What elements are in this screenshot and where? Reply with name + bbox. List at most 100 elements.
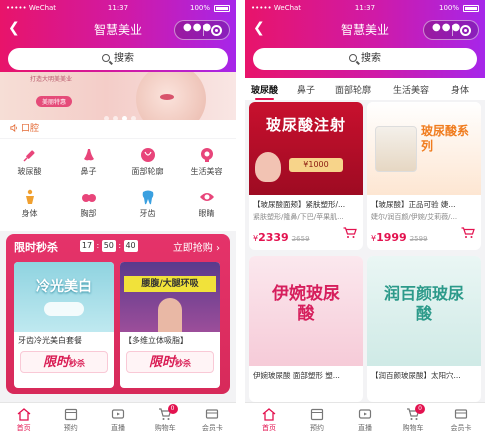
more-dots-icon[interactable]: ●●●: [183, 22, 212, 33]
product-card[interactable]: 玻尿酸注射 ¥1000 【玻尿酸面颊】紧肤塑形/... 紧肤塑形/隆鼻/下巴/苹…: [249, 102, 363, 250]
flash-sale-more-link[interactable]: 立即抢购 ›: [173, 239, 220, 254]
category-label: 身体: [21, 209, 38, 218]
banner-lips-shape: [160, 94, 174, 100]
original-price: 2659: [291, 235, 310, 243]
image-title: 玻尿酸系列: [421, 124, 470, 153]
right-screen: ••••• WeChat 11:37 100% ❮ 智慧美业 ●●● 搜索 玻尿…: [245, 0, 485, 436]
eye-icon: [199, 193, 214, 201]
flash-product-card[interactable]: 冷光美白 牙齿冷光美白套餐 限时秒杀: [14, 262, 114, 388]
category-chest[interactable]: 胸部: [59, 189, 118, 219]
category-face-contour[interactable]: 面部轮廓: [118, 147, 177, 177]
target-circle-icon[interactable]: [460, 25, 471, 36]
nose-icon: [83, 149, 94, 161]
tab-live[interactable]: 直播: [341, 407, 389, 433]
product-price-row: ¥1999 2599: [367, 222, 481, 244]
body-shape: [158, 298, 182, 332]
mini-program-capsule: ●●●: [423, 20, 479, 40]
search-input[interactable]: 搜索: [253, 48, 477, 70]
tooth-icon: [142, 190, 153, 205]
image-title: 润百颜玻尿酸: [383, 284, 464, 323]
tab-hyaluronic[interactable]: 玻尿酸: [251, 83, 278, 100]
target-circle-icon[interactable]: [211, 25, 222, 36]
syringe-icon: [22, 150, 35, 162]
category-body[interactable]: 身体: [0, 189, 59, 219]
category-label: 眼睛: [198, 209, 215, 218]
product-name: 【玻尿酸面颊】紧肤塑形/...: [253, 200, 346, 209]
face-icon: [140, 148, 155, 162]
notice-text: 口腔: [21, 124, 40, 134]
tab-member-card[interactable]: 会员卡: [437, 407, 485, 433]
product-card[interactable]: 润百颜玻尿酸 【润百颜玻尿酸】太阳穴...: [367, 256, 481, 402]
tab-home[interactable]: 首页: [245, 407, 293, 433]
tab-member-card[interactable]: 会员卡: [189, 407, 236, 433]
search-icon: [102, 54, 110, 62]
cart-icon[interactable]: [343, 227, 357, 239]
tab-nose[interactable]: 鼻子: [297, 83, 315, 96]
tab-life-beauty[interactable]: 生活美容: [393, 83, 429, 96]
product-subtitle: 婕尔/润百颜/伊婉/艾莉薇/...: [371, 213, 458, 221]
category-label: 面部轮廓: [131, 167, 164, 176]
category-hyaluronic[interactable]: 玻尿酸: [0, 147, 59, 177]
tab-label: 首页: [262, 424, 276, 432]
product-image: 伊婉玻尿酸: [249, 256, 363, 366]
tab-face-contour[interactable]: 面部轮廓: [335, 83, 371, 96]
product-image: 润百颜玻尿酸: [367, 256, 481, 366]
navbar: ❮ 智慧美业 ●●●: [0, 18, 236, 40]
product-name: 牙齿冷光美白套餐: [18, 336, 82, 345]
image-title: 玻尿酸注射: [265, 116, 346, 134]
badge-text: 限时: [42, 355, 69, 370]
product-name: 伊婉玻尿酸 面部塑形 塑...: [253, 371, 340, 380]
hero-banner[interactable]: 打造大明美美业 美丽特惠: [0, 72, 236, 120]
tab-cart[interactable]: 0 购物车: [142, 404, 189, 433]
product-name: 【润百颜玻尿酸】太阳穴...: [371, 371, 461, 380]
tab-appointment[interactable]: 预约: [47, 407, 94, 433]
tab-live[interactable]: 直播: [94, 407, 141, 433]
tab-home[interactable]: 首页: [0, 407, 47, 433]
cart-icon[interactable]: [461, 227, 475, 239]
body-icon: [25, 189, 34, 204]
more-dots-icon[interactable]: ●●●: [432, 22, 461, 33]
tab-label: 直播: [110, 424, 125, 432]
category-eyes[interactable]: 眼睛: [177, 189, 236, 219]
category-label: 胸部: [80, 209, 97, 218]
badge-text: 限时: [148, 355, 175, 370]
bottom-tabbar: 首页 预约 直播 0 购物车 会员卡: [0, 402, 236, 436]
chest-icon: [81, 194, 96, 202]
cart-count-badge: 0: [167, 404, 178, 414]
category-life-beauty[interactable]: 生活美容: [177, 147, 236, 177]
member-card-icon: [206, 409, 219, 419]
countdown-minutes: 50: [101, 240, 116, 252]
tab-appointment[interactable]: 预约: [293, 407, 341, 433]
tab-label: 预约: [310, 424, 324, 432]
product-image: 玻尿酸注射 ¥1000: [249, 102, 363, 195]
capsule-divider: [203, 25, 204, 36]
category-label: 牙齿: [139, 209, 156, 218]
tab-label: 会员卡: [450, 424, 472, 432]
search-input[interactable]: 搜索: [8, 48, 228, 70]
category-grid: 玻尿酸 鼻子 面部轮廓 生活美容 身体 胸部 牙齿 眼睛: [0, 139, 236, 231]
battery-icon: [463, 5, 479, 12]
flash-badge: 限时秒杀: [126, 351, 214, 373]
screen-divider: [236, 0, 245, 436]
home-icon: [17, 408, 31, 421]
flash-product-card[interactable]: 腰腹/大腿环吸 【多维立体吸脂】 限时秒杀: [120, 262, 220, 388]
bottom-tabbar: 首页 预约 直播 0 购物车 会员卡: [245, 402, 485, 436]
tab-cart[interactable]: 0 购物车: [389, 404, 437, 433]
category-label: 生活美容: [190, 167, 223, 176]
tab-label: 首页: [16, 424, 31, 432]
category-teeth[interactable]: 牙齿: [118, 189, 177, 219]
product-card[interactable]: 玻尿酸系列 【玻尿酸】正品可验 婕... 婕尔/润百颜/伊婉/艾莉薇/... ¥…: [367, 102, 481, 250]
notice-bar[interactable]: 口腔: [0, 120, 236, 138]
image-price-tag: ¥1000: [289, 158, 343, 172]
product-card[interactable]: 伊婉玻尿酸 伊婉玻尿酸 面部塑形 塑...: [249, 256, 363, 402]
countdown-timer: 17 : 50 : 40: [80, 240, 138, 252]
banner-cta-button[interactable]: 美丽特惠: [36, 96, 73, 107]
category-label: 玻尿酸: [17, 167, 42, 176]
badge-small-text: 秒杀: [175, 359, 191, 368]
image-caption: 冷光美白: [36, 279, 92, 295]
category-nose[interactable]: 鼻子: [59, 147, 118, 177]
category-tabs: 玻尿酸 鼻子 面部轮廓 生活美容 身体: [245, 78, 485, 100]
tab-body[interactable]: 身体: [451, 83, 469, 96]
navbar: ❮ 智慧美业 ●●●: [245, 18, 485, 40]
left-screen: ••••• WeChat 11:37 100% ❮ 智慧美业 ●●● 搜索 打造…: [0, 0, 236, 436]
